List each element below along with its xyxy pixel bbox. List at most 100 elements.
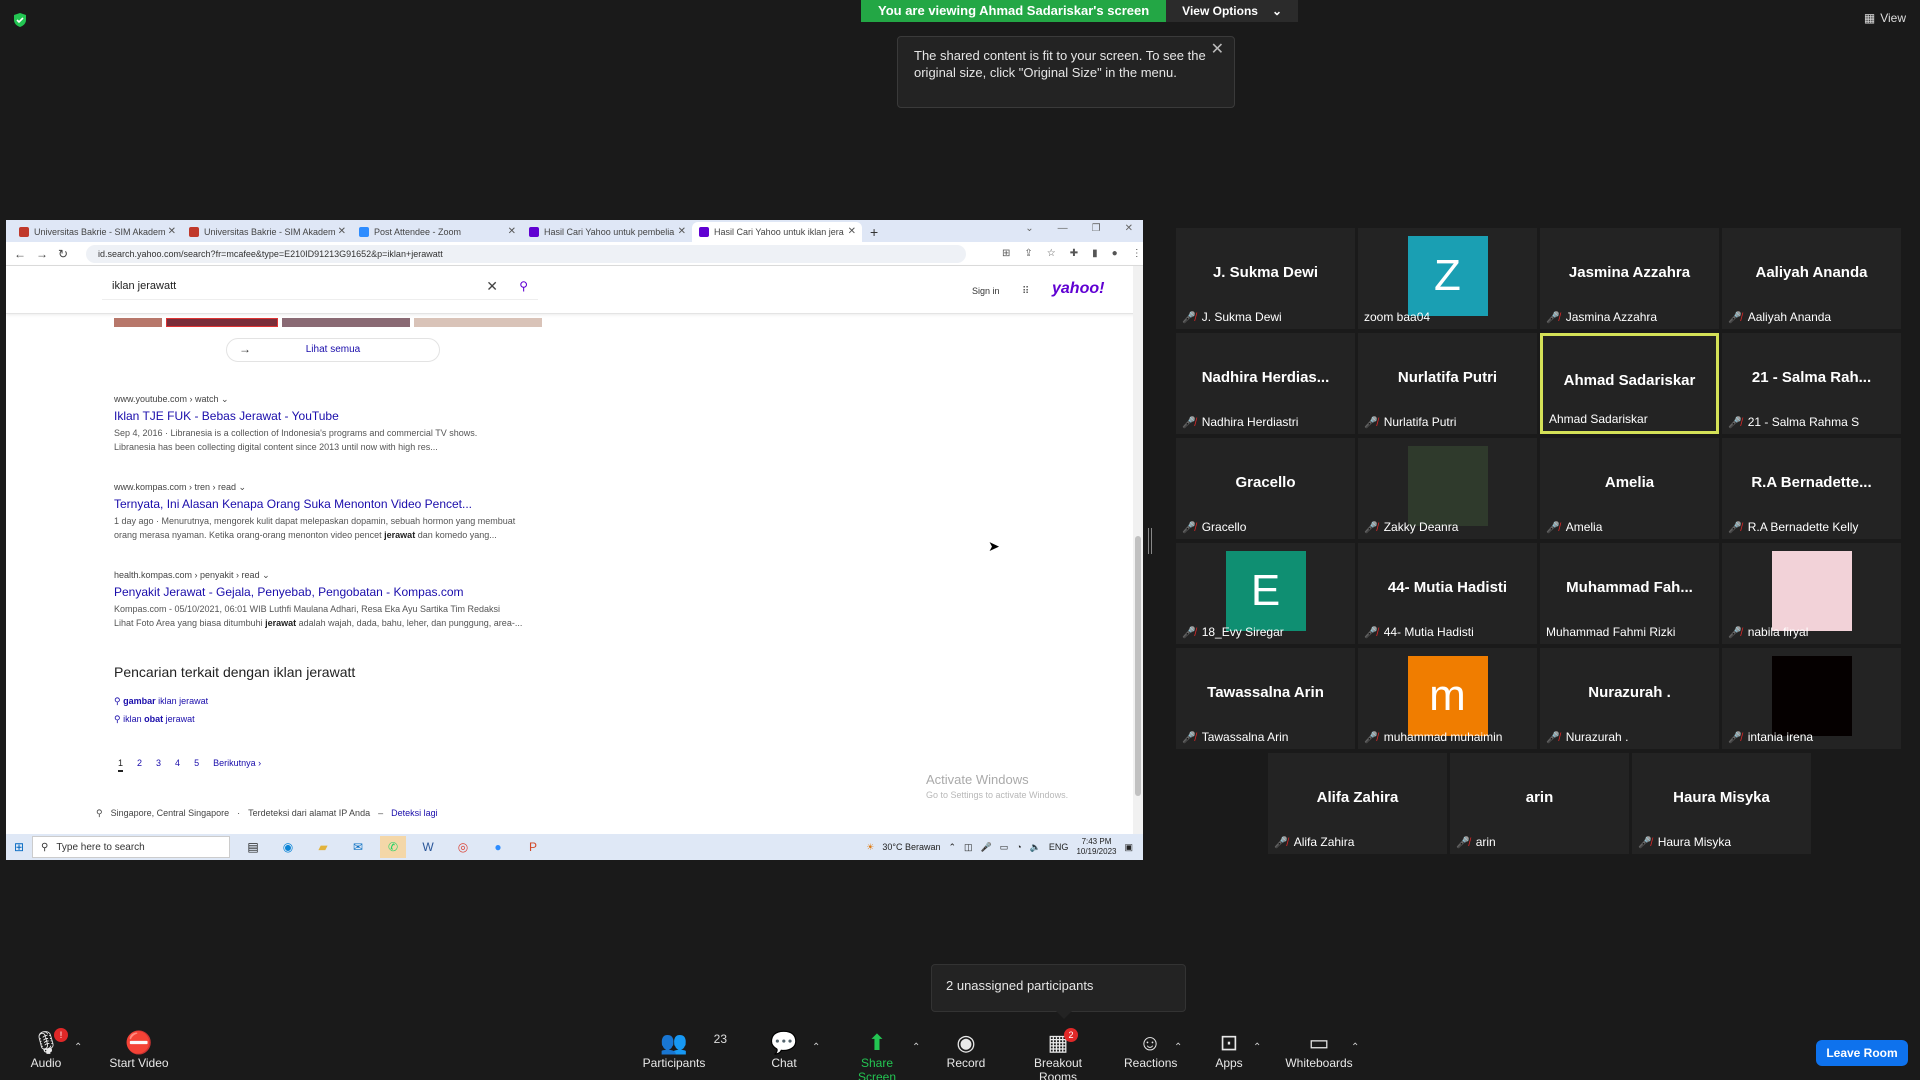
participant-tile[interactable]: E 🎤̸ 18_Evy Siregar xyxy=(1176,543,1355,644)
extensions-icon[interactable]: ✚ xyxy=(1070,248,1078,259)
weather-text[interactable]: 30°C Berawan xyxy=(882,842,940,852)
apps-button[interactable]: ⊡ Apps xyxy=(1214,1030,1244,1070)
participant-tile[interactable]: m 🎤̸ muhammad muhaimin xyxy=(1358,648,1537,749)
breakout-rooms-button[interactable]: ▦ 2 Breakout Rooms xyxy=(1014,1028,1102,1080)
participant-tile[interactable]: Alifa Zahira 🎤̸ Alifa Zahira xyxy=(1268,753,1447,854)
clock[interactable]: 7:43 PM 10/19/2023 xyxy=(1076,837,1116,857)
browser-tab[interactable]: Universitas Bakrie - SIM Akadem ✕ xyxy=(182,222,352,242)
reactions-button[interactable]: ☺ Reactions xyxy=(1124,1030,1177,1070)
participant-tile[interactable]: 44- Mutia Hadisti 🎤̸ 44- Mutia Hadisti xyxy=(1358,543,1537,644)
star-icon[interactable]: ☆ xyxy=(1047,248,1056,259)
volume-icon[interactable]: 🔈 xyxy=(1030,842,1041,853)
participant-tile[interactable]: Zzoom baa04 xyxy=(1358,228,1537,329)
new-tab-icon[interactable]: + xyxy=(862,224,886,242)
participant-tile[interactable]: R.A Bernadette... 🎤̸ R.A Bernadette Kelly xyxy=(1722,438,1901,539)
page-link[interactable]: 4 xyxy=(175,758,180,772)
split-view-handle[interactable] xyxy=(1148,528,1152,554)
page-link-current[interactable]: 1 xyxy=(118,758,124,772)
participant-tile[interactable]: Aaliyah Ananda 🎤̸ Aaliyah Ananda xyxy=(1722,228,1901,329)
word-icon[interactable]: W xyxy=(415,836,441,858)
whatsapp-icon[interactable]: ✆ xyxy=(380,836,406,858)
zoom-icon[interactable]: ● xyxy=(485,836,511,858)
forward-icon[interactable]: → xyxy=(36,247,58,261)
notification-icon[interactable]: ▣ xyxy=(1124,842,1133,853)
reload-icon[interactable]: ↻ xyxy=(58,247,80,261)
participant-tile[interactable]: Haura Misyka 🎤̸ Haura Misyka xyxy=(1632,753,1811,854)
view-button[interactable]: ▦ View xyxy=(1864,11,1906,25)
whiteboards-button[interactable]: ▭ Whiteboards xyxy=(1284,1030,1354,1070)
browser-tab-active[interactable]: Hasil Cari Yahoo untuk iklan jera ✕ xyxy=(692,222,862,242)
result-source[interactable]: www.youtube.com › watch ⌄ xyxy=(114,394,574,405)
sign-in-link[interactable]: Sign in xyxy=(972,286,1000,296)
chevron-down-icon[interactable]: ⌄ xyxy=(1025,223,1033,234)
taskbar-search[interactable]: ⚲ Type here to search xyxy=(32,836,230,858)
share-options-caret-icon[interactable]: ⌃ xyxy=(912,1042,920,1053)
participant-tile[interactable]: Muhammad Fah... Muhammad Fahmi Rizki xyxy=(1540,543,1719,644)
security-shield-icon[interactable] xyxy=(12,12,28,28)
participant-tile[interactable]: 🎤̸ Zakky Deanra xyxy=(1358,438,1537,539)
detect-again-link[interactable]: Deteksi lagi xyxy=(391,808,438,819)
result-source[interactable]: www.kompas.com › tren › read ⌄ xyxy=(114,482,574,493)
apps-grid-icon[interactable]: ⠿ xyxy=(1022,286,1029,297)
sidebar-icon[interactable]: ▮ xyxy=(1092,248,1098,259)
browser-tab[interactable]: Hasil Cari Yahoo untuk pembelia ✕ xyxy=(522,222,692,242)
clear-icon[interactable]: ✕ xyxy=(486,278,498,295)
share-screen-button[interactable]: ⬆ Share Screen xyxy=(842,1030,912,1080)
url-field[interactable]: id.search.yahoo.com/search?fr=mcafee&typ… xyxy=(86,244,966,263)
lang-indicator[interactable]: ENG xyxy=(1049,842,1069,852)
thumbnail[interactable] xyxy=(114,318,162,327)
windows-start-icon[interactable]: ⊞ xyxy=(6,840,32,854)
yahoo-search-input[interactable]: iklan jerawatt ✕ ⚲ xyxy=(102,274,538,300)
search-icon[interactable]: ⚲ xyxy=(519,279,528,293)
camera-icon[interactable]: ◫ xyxy=(964,842,973,853)
translate-icon[interactable]: ⊞ xyxy=(1002,248,1010,259)
participant-tile[interactable]: Ahmad Sadariskar Ahmad Sadariskar xyxy=(1540,333,1719,434)
task-view-icon[interactable]: ▤ xyxy=(240,836,266,858)
participant-tile[interactable]: 21 - Salma Rah... 🎤̸ 21 - Salma Rahma S xyxy=(1722,333,1901,434)
powerpoint-icon[interactable]: P xyxy=(520,836,546,858)
back-icon[interactable]: ← xyxy=(14,247,36,261)
maximize-icon[interactable]: ❐ xyxy=(1092,223,1101,234)
participant-tile[interactable]: Tawassalna Arin 🎤̸ Tawassalna Arin xyxy=(1176,648,1355,749)
page-link[interactable]: 3 xyxy=(156,758,161,772)
participants-button[interactable]: 👥 23 Participants xyxy=(641,1030,727,1070)
close-window-icon[interactable]: ✕ xyxy=(1125,223,1133,234)
result-title-link[interactable]: Ternyata, Ini Alasan Kenapa Orang Suka M… xyxy=(114,497,574,512)
page-scrollbar[interactable] xyxy=(1133,266,1143,836)
chat-options-caret-icon[interactable]: ⌃ xyxy=(812,1042,820,1053)
mic-icon[interactable]: 🎤 xyxy=(981,842,992,853)
participant-tile[interactable]: Jasmina Azzahra 🎤̸ Jasmina Azzahra xyxy=(1540,228,1719,329)
yahoo-logo[interactable]: yahoo! xyxy=(1052,280,1104,298)
thumbnail[interactable] xyxy=(282,318,410,327)
edge-icon[interactable]: ◉ xyxy=(275,836,301,858)
close-tab-icon[interactable]: ✕ xyxy=(338,226,346,237)
browser-tab[interactable]: Universitas Bakrie - SIM Akadem ✕ xyxy=(12,222,182,242)
related-search-link[interactable]: ⚲ iklan obat jerawat xyxy=(114,714,195,725)
close-tab-icon[interactable]: ✕ xyxy=(168,226,176,237)
tray-chevron-icon[interactable]: ⌃ xyxy=(948,842,956,853)
participant-tile[interactable]: Nadhira Herdias... 🎤̸ Nadhira Herdiastri xyxy=(1176,333,1355,434)
record-button[interactable]: ◉ Record xyxy=(946,1030,986,1070)
start-video-button[interactable]: ⛔ Start Video xyxy=(106,1030,172,1070)
close-icon[interactable]: ✕ xyxy=(1211,41,1224,58)
close-tab-icon[interactable]: ✕ xyxy=(508,226,516,237)
participant-tile[interactable]: 🎤̸ nabila firyal xyxy=(1722,543,1901,644)
scrollbar-thumb[interactable] xyxy=(1135,536,1141,796)
next-page-link[interactable]: Berikutnya › xyxy=(213,758,261,772)
file-explorer-icon[interactable]: ▰ xyxy=(310,836,336,858)
page-link[interactable]: 5 xyxy=(194,758,199,772)
participant-tile[interactable]: Nurazurah . 🎤̸ Nurazurah . xyxy=(1540,648,1719,749)
page-link[interactable]: 2 xyxy=(137,758,142,772)
apps-options-caret-icon[interactable]: ⌃ xyxy=(1253,1042,1261,1053)
thumbnail[interactable] xyxy=(414,318,542,327)
share-icon[interactable]: ⇪ xyxy=(1024,248,1032,259)
result-title-link[interactable]: Penyakit Jerawat - Gejala, Penyebab, Pen… xyxy=(114,585,574,600)
result-source[interactable]: health.kompas.com › penyakit › read ⌄ xyxy=(114,570,574,581)
participant-tile[interactable]: 🎤̸ intania irena xyxy=(1722,648,1901,749)
participant-tile[interactable]: J. Sukma Dewi 🎤̸ J. Sukma Dewi xyxy=(1176,228,1355,329)
minimize-icon[interactable]: — xyxy=(1058,223,1068,234)
participant-tile[interactable]: arin 🎤̸ arin xyxy=(1450,753,1629,854)
mail-icon[interactable]: ✉ xyxy=(345,836,371,858)
whiteboards-options-caret-icon[interactable]: ⌃ xyxy=(1351,1042,1359,1053)
close-tab-icon[interactable]: ✕ xyxy=(848,226,856,237)
